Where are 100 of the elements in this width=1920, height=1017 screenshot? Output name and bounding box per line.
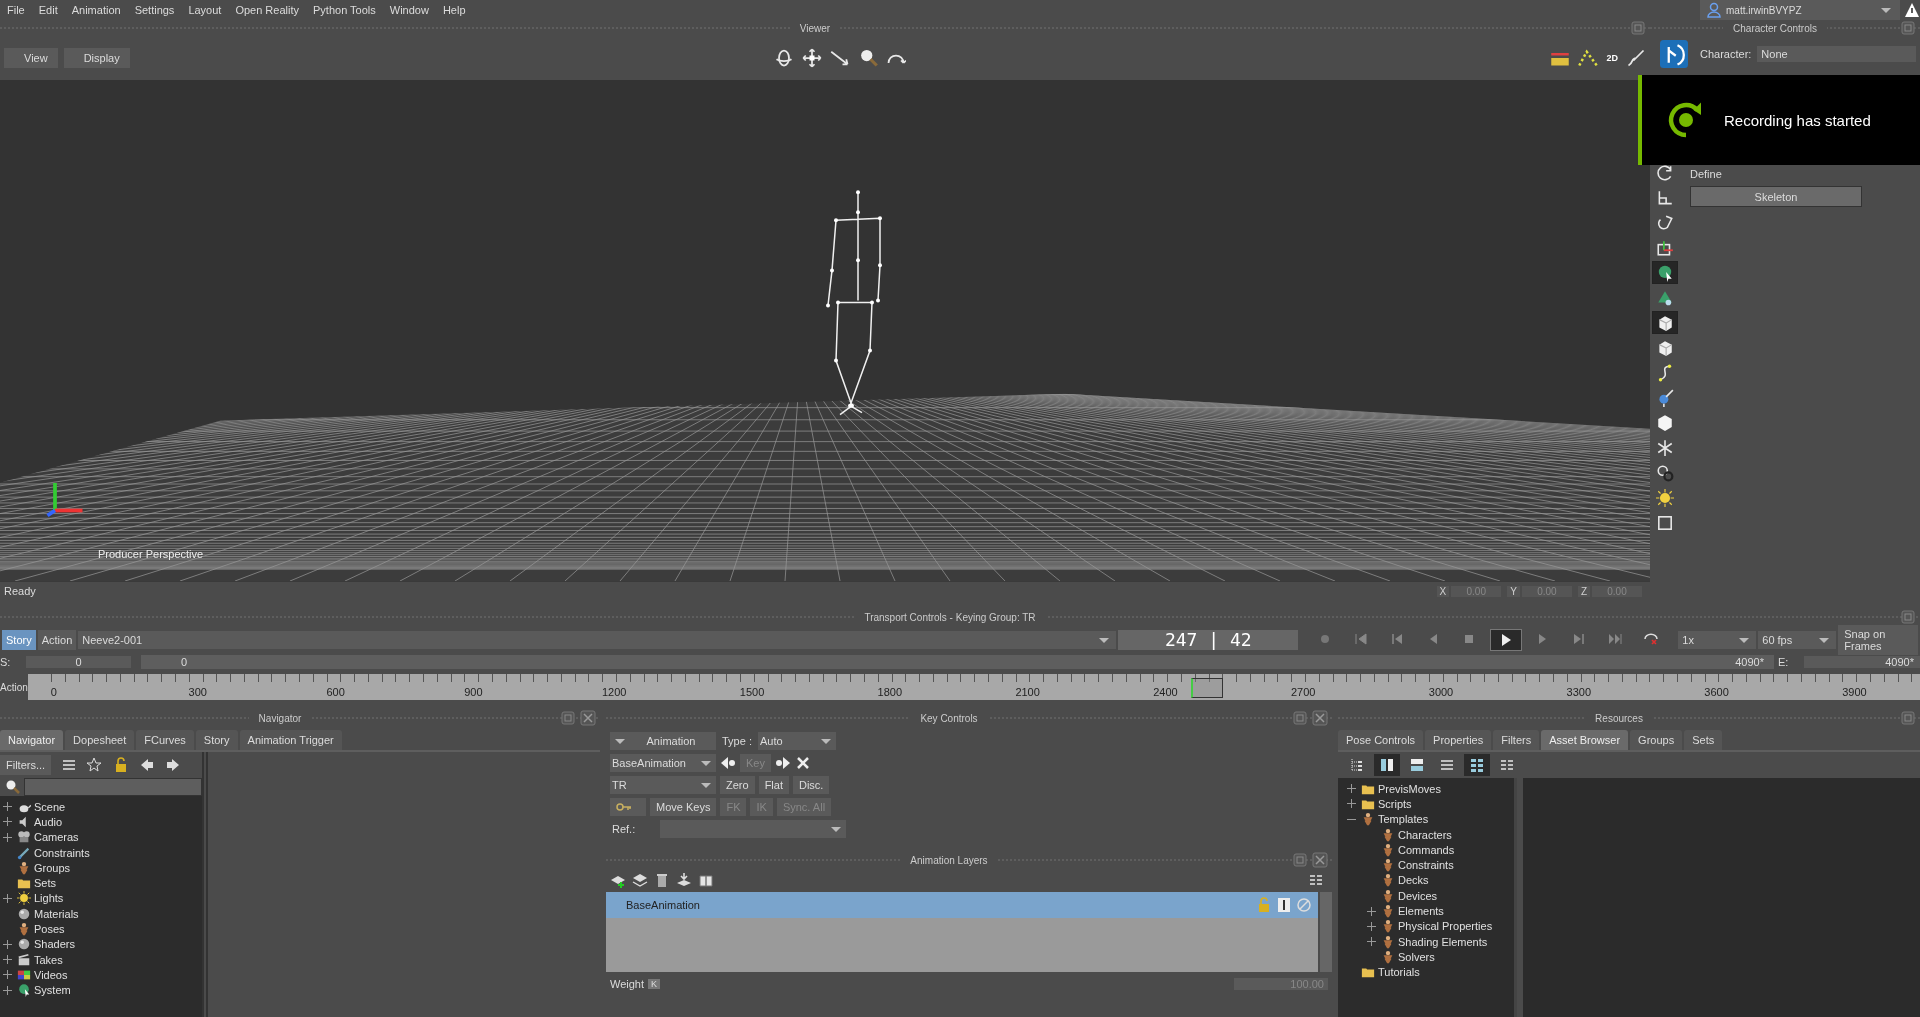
transport-button[interactable] bbox=[1490, 629, 1523, 651]
orbit-icon[interactable] bbox=[774, 48, 795, 68]
close-icon[interactable] bbox=[580, 710, 596, 726]
star-icon[interactable] bbox=[87, 757, 104, 773]
tree-item[interactable]: Devices bbox=[1344, 888, 1514, 904]
menu-item[interactable]: Window bbox=[382, 4, 436, 16]
close-icon[interactable] bbox=[794, 755, 811, 771]
tree-item[interactable]: Physical Properties bbox=[1344, 918, 1514, 934]
tab[interactable]: Story bbox=[195, 730, 238, 750]
menu-item[interactable]: Edit bbox=[31, 4, 65, 16]
playhead-handle[interactable] bbox=[1190, 678, 1223, 698]
interpolation-button[interactable]: Disc. bbox=[792, 776, 830, 794]
tool-button[interactable] bbox=[1653, 312, 1677, 333]
tree-item[interactable]: Sets bbox=[0, 875, 202, 891]
tree-item[interactable]: Groups bbox=[0, 860, 202, 876]
list-icon[interactable] bbox=[61, 757, 78, 773]
speed-dropdown[interactable]: 1x bbox=[1678, 631, 1757, 649]
fps-dropdown[interactable]: 60 fps bbox=[1758, 631, 1837, 649]
3d-viewport[interactable]: Producer Perspective bbox=[0, 80, 1650, 581]
magnifier-icon[interactable] bbox=[858, 48, 879, 68]
tree-item[interactable]: Elements bbox=[1344, 903, 1514, 919]
left-arrow-icon[interactable] bbox=[139, 757, 156, 773]
close-icon[interactable] bbox=[1312, 710, 1328, 726]
tree-item[interactable]: System bbox=[0, 982, 202, 998]
layer-mode-dropdown[interactable]: Animation bbox=[610, 732, 716, 750]
tab[interactable]: Properties bbox=[1425, 730, 1492, 750]
stacked-pages-icon[interactable] bbox=[698, 872, 714, 888]
mode-tab[interactable]: Story bbox=[2, 630, 36, 650]
interpolation-button[interactable]: Flat bbox=[758, 776, 789, 794]
keying-set-dropdown[interactable]: TR bbox=[610, 776, 716, 794]
zoom-range-bar[interactable]: 0 4090* bbox=[141, 655, 1774, 669]
move-keys-button[interactable]: Move Keys bbox=[650, 798, 717, 816]
dotted-curve-icon[interactable] bbox=[1578, 48, 1599, 68]
tree-item[interactable]: Solvers bbox=[1344, 949, 1514, 965]
start-frame-field[interactable]: 0 bbox=[26, 656, 131, 668]
close-icon[interactable] bbox=[1312, 852, 1328, 868]
view-button[interactable] bbox=[1464, 754, 1490, 776]
key-mode-button[interactable] bbox=[610, 798, 646, 816]
menu-item[interactable]: Open Reality bbox=[228, 4, 306, 16]
previous-key-icon[interactable] bbox=[720, 755, 736, 771]
snap-dropdown[interactable]: Snap on Frames bbox=[1838, 625, 1918, 655]
mode-tab[interactable]: Action bbox=[37, 630, 77, 650]
tree-item[interactable]: Poses bbox=[0, 921, 202, 937]
interpolation-button[interactable]: Zero bbox=[720, 776, 755, 794]
tool-button[interactable] bbox=[1653, 262, 1677, 283]
clip-dropdown[interactable]: Neeve2-001 bbox=[78, 631, 1117, 649]
tree-item[interactable]: Lights bbox=[0, 890, 202, 907]
tree-item[interactable]: Cameras bbox=[0, 829, 202, 845]
tree-item[interactable]: Characters bbox=[1344, 826, 1514, 843]
tab[interactable]: FCurves bbox=[136, 730, 194, 750]
toggle-icon[interactable] bbox=[1276, 897, 1292, 913]
tree-item[interactable]: Commands bbox=[1344, 842, 1514, 858]
tree-item[interactable]: PrevisMoves bbox=[1344, 781, 1514, 797]
menu-button[interactable]: Display bbox=[63, 48, 130, 68]
tree-item[interactable]: Shaders bbox=[0, 936, 202, 952]
tab[interactable]: Asset Browser bbox=[1541, 730, 1629, 750]
tab[interactable]: Filters bbox=[1493, 730, 1540, 750]
diagonal-arrow-icon[interactable] bbox=[830, 48, 851, 68]
character-dropdown[interactable]: None bbox=[1757, 46, 1916, 62]
tree-item[interactable]: Constraints bbox=[1344, 857, 1514, 873]
menu-item[interactable]: Settings bbox=[127, 4, 182, 16]
user-account-field[interactable]: matt.irwinBVYPZ bbox=[1700, 0, 1900, 20]
tab[interactable]: Animation Trigger bbox=[239, 730, 342, 750]
tree-item[interactable]: Scene bbox=[0, 799, 202, 815]
move-arrows-icon[interactable] bbox=[802, 48, 823, 68]
tab[interactable]: Pose Controls bbox=[1338, 730, 1424, 750]
layers-icon[interactable] bbox=[632, 872, 648, 888]
tree-item[interactable]: Materials bbox=[0, 906, 202, 922]
tab[interactable]: Groups bbox=[1630, 730, 1683, 750]
tree-item[interactable]: Decks bbox=[1344, 872, 1514, 889]
type-dropdown[interactable]: Auto bbox=[757, 732, 836, 750]
skeleton-button[interactable]: Skeleton bbox=[1690, 186, 1862, 207]
tree-item[interactable]: Shading Elements bbox=[1344, 933, 1514, 950]
timeline-ruler[interactable]: 0 300 600 900 1200 1500 1800 2100 2400 2700 3000 3300 3600 3900 bbox=[27, 674, 1920, 700]
tab[interactable]: Dopesheet bbox=[65, 730, 135, 750]
view-2d-toggle[interactable]: 2D bbox=[1606, 53, 1618, 63]
menu-item[interactable]: Python Tools bbox=[306, 4, 383, 16]
tab[interactable]: Navigator bbox=[0, 730, 64, 750]
scrollbar[interactable] bbox=[1320, 892, 1332, 972]
next-key-icon[interactable] bbox=[774, 755, 791, 771]
columns-icon[interactable] bbox=[1308, 872, 1324, 888]
layer-dropdown[interactable]: BaseAnimation bbox=[610, 754, 716, 772]
tree-item[interactable]: Scripts bbox=[1344, 796, 1514, 812]
end-frame-field[interactable]: 4090* bbox=[1804, 656, 1920, 668]
tree-item[interactable]: Tutorials bbox=[1344, 964, 1514, 980]
menu-item[interactable]: File bbox=[0, 4, 32, 16]
layer-row[interactable]: BaseAnimation bbox=[606, 892, 1318, 918]
weight-key-button[interactable]: K bbox=[648, 979, 661, 989]
tab[interactable]: Sets bbox=[1684, 730, 1723, 750]
view-button[interactable] bbox=[1374, 754, 1400, 776]
pen-icon[interactable] bbox=[1626, 48, 1646, 68]
menu-item[interactable]: Layout bbox=[181, 4, 229, 16]
menu-item[interactable]: Animation bbox=[64, 4, 128, 16]
menu-item[interactable]: Help bbox=[435, 4, 473, 16]
merge-icon[interactable] bbox=[676, 872, 692, 888]
tree-item[interactable]: Takes bbox=[0, 951, 202, 968]
tree-item[interactable]: Constraints bbox=[0, 844, 202, 861]
tree-item[interactable]: Audio bbox=[0, 814, 202, 830]
menu-button[interactable]: View bbox=[4, 48, 58, 68]
filters-button[interactable]: Filters... bbox=[0, 755, 52, 775]
